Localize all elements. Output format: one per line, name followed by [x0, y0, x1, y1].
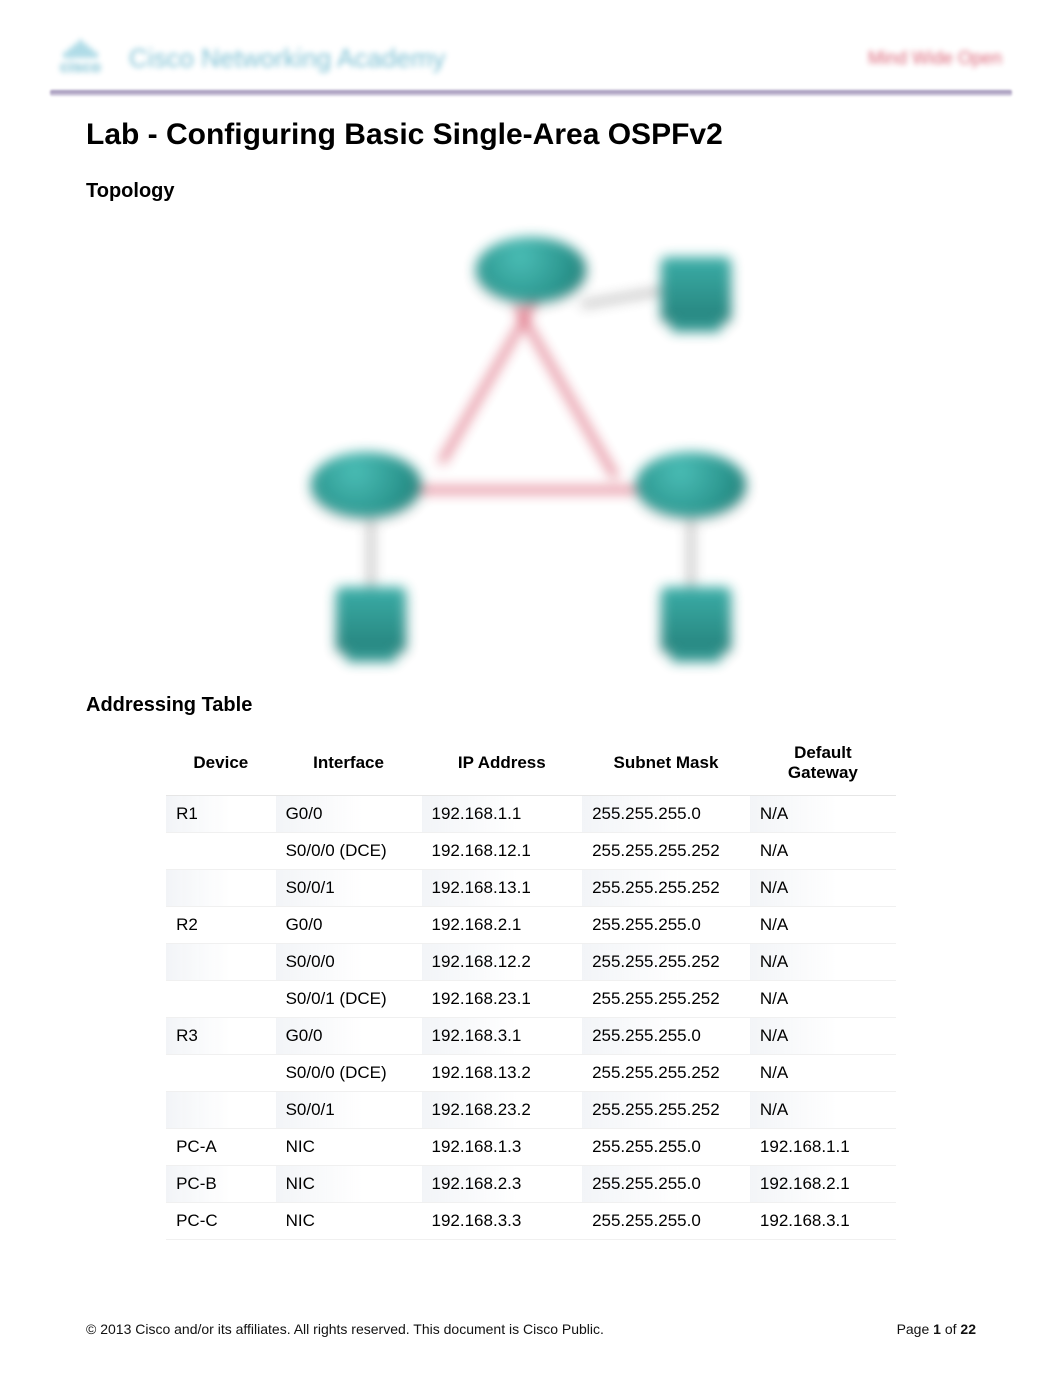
col-interface: Interface: [276, 731, 422, 796]
cell-gw: N/A: [750, 1055, 896, 1092]
table-row: R1G0/0192.168.1.1255.255.255.0N/A: [166, 796, 896, 833]
cell-ip: 192.168.13.2: [422, 1055, 583, 1092]
cell-ip: 192.168.12.2: [422, 944, 583, 981]
document-header: cisco Cisco Networking Academy Mind Wide…: [50, 30, 1012, 86]
cell-device: [166, 870, 275, 907]
cell-interface: S0/0/1 (DCE): [276, 981, 422, 1018]
cell-ip: 192.168.3.3: [422, 1203, 583, 1240]
table-header-row: Device Interface IP Address Subnet Mask …: [166, 731, 896, 796]
header-divider: [50, 90, 1012, 96]
section-topology-heading: Topology: [86, 180, 976, 203]
cell-ip: 192.168.2.3: [422, 1166, 583, 1203]
cell-gw: N/A: [750, 796, 896, 833]
cell-ip: 192.168.12.1: [422, 833, 583, 870]
cell-interface: NIC: [276, 1166, 422, 1203]
table-row: S0/0/1192.168.23.2255.255.255.252N/A: [166, 1092, 896, 1129]
cell-mask: 255.255.255.0: [582, 1129, 750, 1166]
cell-device: PC-B: [166, 1166, 275, 1203]
table-row: PC-CNIC192.168.3.3255.255.255.0192.168.3…: [166, 1203, 896, 1240]
cell-ip: 192.168.2.1: [422, 907, 583, 944]
table-row: S0/0/0192.168.12.2255.255.255.252N/A: [166, 944, 896, 981]
cell-ip: 192.168.1.3: [422, 1129, 583, 1166]
cell-mask: 255.255.255.0: [582, 1018, 750, 1055]
cell-device: [166, 1092, 275, 1129]
table-row: S0/0/0 (DCE)192.168.12.1255.255.255.252N…: [166, 833, 896, 870]
table-row: PC-BNIC192.168.2.3255.255.255.0192.168.2…: [166, 1166, 896, 1203]
cell-interface: G0/0: [276, 796, 422, 833]
header-left-group: cisco Cisco Networking Academy: [60, 40, 445, 76]
router-r1-icon: [476, 237, 586, 302]
cell-device: PC-C: [166, 1203, 275, 1240]
cell-mask: 255.255.255.0: [582, 1166, 750, 1203]
router-r2-icon: [311, 452, 421, 517]
cell-gw: N/A: [750, 870, 896, 907]
cell-device: R2: [166, 907, 275, 944]
cell-mask: 255.255.255.252: [582, 870, 750, 907]
cell-device: [166, 833, 275, 870]
col-mask: Subnet Mask: [582, 731, 750, 796]
cell-device: [166, 981, 275, 1018]
cell-mask: 255.255.255.252: [582, 1055, 750, 1092]
table-row: R3G0/0192.168.3.1255.255.255.0N/A: [166, 1018, 896, 1055]
cell-mask: 255.255.255.0: [582, 907, 750, 944]
cell-device: R1: [166, 796, 275, 833]
col-ip: IP Address: [422, 731, 583, 796]
cell-interface: NIC: [276, 1203, 422, 1240]
topology-diagram: [291, 217, 771, 672]
page-title: Lab - Configuring Basic Single-Area OSPF…: [86, 118, 976, 152]
cell-mask: 255.255.255.252: [582, 981, 750, 1018]
table-row: PC-ANIC192.168.1.3255.255.255.0192.168.1…: [166, 1129, 896, 1166]
cell-gw: N/A: [750, 944, 896, 981]
page-footer: © 2013 Cisco and/or its affiliates. All …: [86, 1321, 976, 1337]
table-row: S0/0/1 (DCE)192.168.23.1255.255.255.252N…: [166, 981, 896, 1018]
table-row: R2G0/0192.168.2.1255.255.255.0N/A: [166, 907, 896, 944]
cell-interface: S0/0/1: [276, 870, 422, 907]
pc-a-icon: [661, 257, 731, 322]
cell-ip: 192.168.3.1: [422, 1018, 583, 1055]
cell-interface: NIC: [276, 1129, 422, 1166]
cell-gw: N/A: [750, 1018, 896, 1055]
addressing-table: Device Interface IP Address Subnet Mask …: [166, 731, 896, 1240]
cell-gw: 192.168.3.1: [750, 1203, 896, 1240]
cell-gw: N/A: [750, 981, 896, 1018]
footer-copyright: © 2013 Cisco and/or its affiliates. All …: [86, 1321, 604, 1337]
brand-text: Cisco Networking Academy: [129, 43, 445, 74]
pc-c-icon: [661, 587, 731, 652]
col-device: Device: [166, 731, 275, 796]
section-addressing-heading: Addressing Table: [86, 694, 976, 717]
table-row: S0/0/0 (DCE)192.168.13.2255.255.255.252N…: [166, 1055, 896, 1092]
cell-gw: N/A: [750, 907, 896, 944]
cell-mask: 255.255.255.0: [582, 796, 750, 833]
logo-text: cisco: [60, 60, 101, 76]
cell-device: R3: [166, 1018, 275, 1055]
table-row: S0/0/1192.168.13.1255.255.255.252N/A: [166, 870, 896, 907]
cell-mask: 255.255.255.252: [582, 944, 750, 981]
footer-page-indicator: Page 1 of 22: [897, 1321, 976, 1337]
cell-ip: 192.168.23.1: [422, 981, 583, 1018]
cell-gw: N/A: [750, 1092, 896, 1129]
router-r3-icon: [636, 452, 746, 517]
cell-gw: 192.168.1.1: [750, 1129, 896, 1166]
cell-device: [166, 944, 275, 981]
cell-interface: S0/0/0: [276, 944, 422, 981]
cell-device: [166, 1055, 275, 1092]
cisco-logo-icon: cisco: [60, 40, 101, 76]
cell-ip: 192.168.1.1: [422, 796, 583, 833]
cell-device: PC-A: [166, 1129, 275, 1166]
cell-ip: 192.168.13.1: [422, 870, 583, 907]
cell-mask: 255.255.255.252: [582, 833, 750, 870]
col-gateway: Default Gateway: [750, 731, 896, 796]
cell-interface: S0/0/0 (DCE): [276, 1055, 422, 1092]
cell-interface: S0/0/0 (DCE): [276, 833, 422, 870]
cell-interface: S0/0/1: [276, 1092, 422, 1129]
cell-gw: 192.168.2.1: [750, 1166, 896, 1203]
cell-mask: 255.255.255.0: [582, 1203, 750, 1240]
cell-ip: 192.168.23.2: [422, 1092, 583, 1129]
cell-mask: 255.255.255.252: [582, 1092, 750, 1129]
header-slogan: Mind Wide Open: [868, 48, 1002, 69]
cell-gw: N/A: [750, 833, 896, 870]
cell-interface: G0/0: [276, 907, 422, 944]
pc-b-icon: [336, 587, 406, 652]
cell-interface: G0/0: [276, 1018, 422, 1055]
